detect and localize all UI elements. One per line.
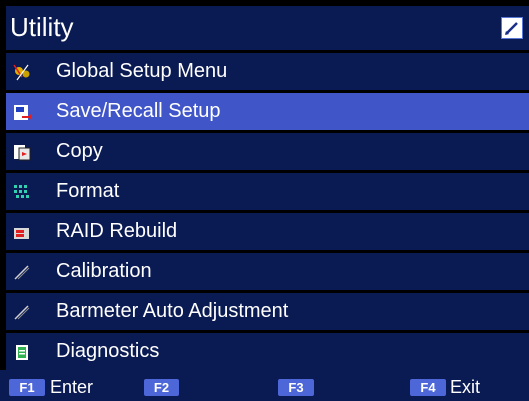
edit-icon[interactable] bbox=[501, 17, 523, 39]
menu-item-label: Calibration bbox=[56, 260, 152, 282]
utility-screen: Utility Global Setup Menu Save/Recall Se… bbox=[0, 0, 529, 401]
page-title: Utility bbox=[10, 12, 74, 42]
f1-label: Enter bbox=[50, 377, 94, 397]
raid-icon bbox=[12, 222, 32, 242]
save-recall-icon bbox=[12, 102, 32, 122]
menu-item-diagnostics[interactable]: Diagnostics bbox=[6, 333, 529, 370]
menu-item-barmeter-auto-adjustment[interactable]: Barmeter Auto Adjustment bbox=[6, 293, 529, 330]
menu-item-label: RAID Rebuild bbox=[56, 220, 178, 242]
menu-item-raid-rebuild[interactable]: RAID Rebuild bbox=[6, 213, 529, 250]
menu-item-global-setup[interactable]: Global Setup Menu bbox=[6, 53, 529, 90]
setup-icon bbox=[12, 62, 32, 82]
f3-key[interactable]: F3 bbox=[278, 379, 314, 396]
menu-item-label: Barmeter Auto Adjustment bbox=[56, 300, 289, 322]
f2-key[interactable]: F2 bbox=[144, 379, 179, 396]
pen-icon bbox=[12, 262, 32, 282]
menu-item-format[interactable]: Format bbox=[6, 173, 529, 210]
menu-item-save-recall[interactable]: Save/Recall Setup bbox=[6, 93, 529, 130]
menu-item-label: Diagnostics bbox=[56, 340, 160, 362]
clipboard-icon bbox=[12, 342, 32, 362]
function-key-bar: F1 Enter F2 F3 F4 Exit bbox=[0, 370, 529, 401]
menu-item-copy[interactable]: Copy bbox=[6, 133, 529, 170]
f4-key[interactable]: F4 bbox=[410, 379, 446, 396]
copy-icon bbox=[12, 142, 32, 162]
menu-item-calibration[interactable]: Calibration bbox=[6, 253, 529, 290]
menu-item-label: Copy bbox=[56, 140, 103, 162]
menu-item-label: Format bbox=[56, 180, 120, 202]
title-bar: Utility bbox=[6, 6, 529, 50]
menu-item-label: Global Setup Menu bbox=[56, 60, 228, 82]
menu-item-label: Save/Recall Setup bbox=[56, 100, 221, 122]
f1-key[interactable]: F1 bbox=[9, 379, 45, 396]
format-icon bbox=[12, 182, 32, 202]
pen-icon bbox=[12, 302, 32, 322]
f4-label: Exit bbox=[450, 377, 481, 397]
